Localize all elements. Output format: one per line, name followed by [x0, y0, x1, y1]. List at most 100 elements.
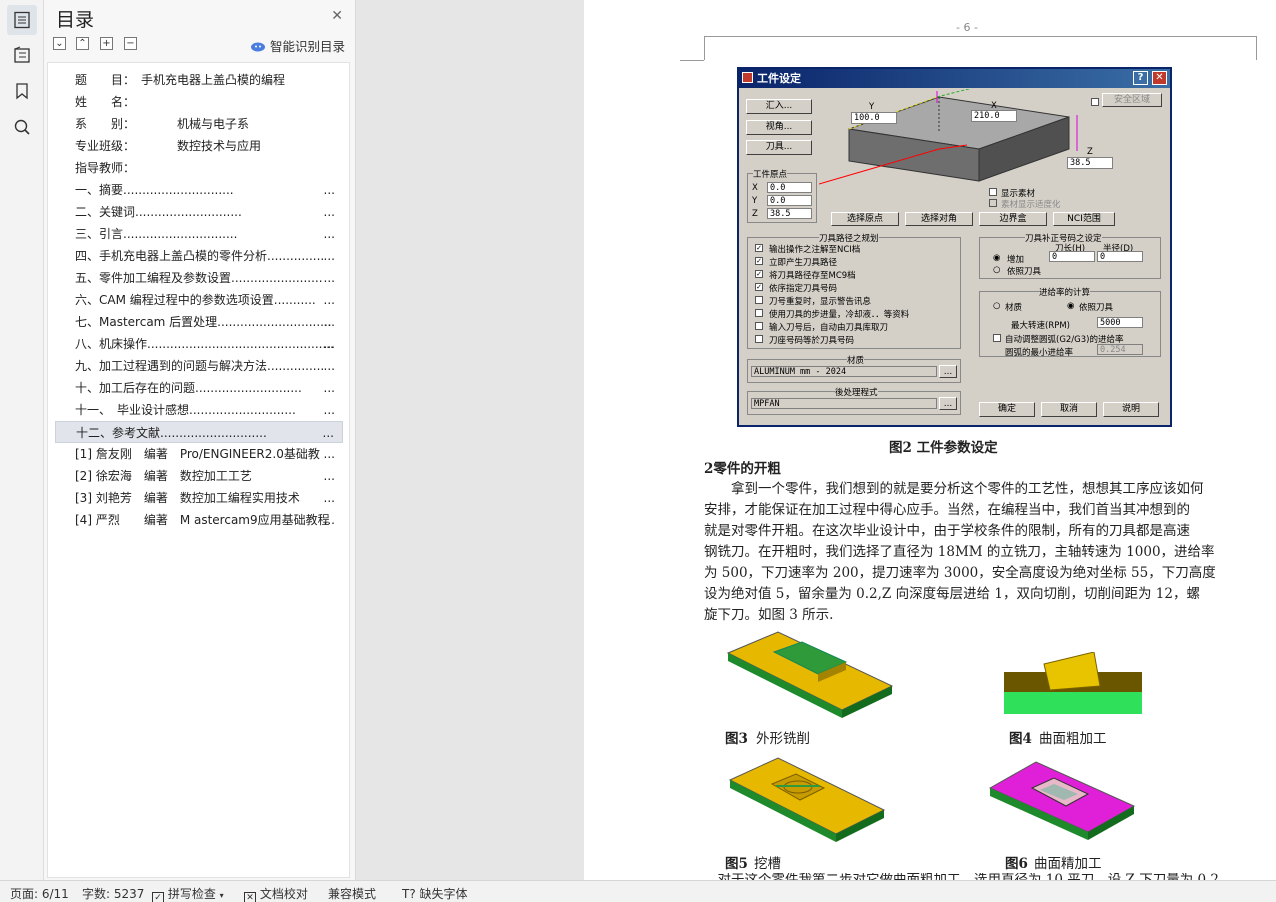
figure-3-number: 图3	[725, 731, 748, 747]
cancel-button[interactable]: 取消	[1041, 402, 1097, 417]
figure-6-number: 图6	[1005, 856, 1028, 872]
toc-item[interactable]: 六、CAM 编程过程中的参数选项设置..............	[55, 289, 343, 311]
origin-y-input[interactable]: 0.0	[767, 195, 812, 206]
toc-item[interactable]: 指导教师：	[55, 157, 343, 179]
path-option-checkbox[interactable]	[755, 322, 763, 330]
search-icon[interactable]	[7, 112, 37, 142]
collapse-all-icon[interactable]: ⌄	[53, 37, 66, 50]
bookmark-icon[interactable]	[7, 76, 37, 106]
section-heading: 2零件的开粗	[704, 461, 781, 477]
toc-item[interactable]: 系 别： 机械与电子系	[55, 113, 343, 135]
toc-item[interactable]: 一、摘要................................	[55, 179, 343, 201]
toc-item[interactable]: [4] 严烈 编著 M astercam9应用基础教程...	[55, 509, 343, 531]
missing-font-button[interactable]: T? 缺失字体	[402, 885, 468, 902]
nci-range-button[interactable]: NCI范围	[1053, 212, 1115, 226]
toc-item[interactable]: 四、手机充电器上盖凸模的零件分析..................	[55, 245, 343, 267]
path-option-checkbox[interactable]: ✓	[755, 257, 763, 265]
toc-item[interactable]: [1] 詹友刚 编著 Pro/ENGINEER2.0基础教...	[55, 443, 343, 465]
select-origin-button[interactable]: 选择原点	[831, 212, 899, 226]
fit-display-checkbox[interactable]	[989, 199, 997, 207]
header-line	[704, 36, 1256, 37]
x-dim-input[interactable]: 210.0	[971, 110, 1017, 122]
bounding-box-button[interactable]: 边界盒	[979, 212, 1047, 226]
path-option-label: 输出操作之注解至NCI档	[769, 245, 861, 255]
comp-radius-input[interactable]: 0	[1097, 251, 1143, 262]
feed-material-label: 材质	[1005, 303, 1023, 313]
close-icon[interactable]: ✕	[1152, 71, 1167, 85]
max-rpm-input[interactable]: 5000	[1097, 317, 1143, 328]
toc-item[interactable]: 姓 名：	[55, 91, 343, 113]
remove-heading-icon[interactable]: −	[124, 37, 137, 50]
min-arc-input[interactable]: 0.254	[1097, 344, 1143, 355]
toc-panel-icon[interactable]	[7, 5, 37, 35]
help-icon[interactable]: ?	[1133, 71, 1148, 85]
figure-3-caption: 外形铣削	[756, 731, 810, 747]
close-icon[interactable]: ✕	[331, 8, 343, 24]
path-option-label: 立即产生刀具路径	[769, 258, 838, 268]
spell-check-button[interactable]: ✓ 拼写检查 ▾	[152, 885, 224, 902]
safe-zone-button[interactable]: 安全区域	[1102, 93, 1162, 107]
margin-mark	[680, 60, 704, 61]
left-icon-rail	[0, 0, 44, 880]
help-button[interactable]: 说明	[1103, 402, 1159, 417]
comp-by-tool-label: 依照刀具	[1007, 267, 1042, 277]
toc-item[interactable]: 十、加工后存在的问题..............................…	[55, 377, 343, 399]
path-option-checkbox[interactable]	[755, 309, 763, 317]
word-count[interactable]: 字数: 5237	[82, 885, 144, 902]
expand-up-icon[interactable]: ⌃	[76, 37, 89, 50]
path-option-checkbox[interactable]: ✓	[755, 270, 763, 278]
figure-5-image	[728, 757, 886, 842]
tool-button[interactable]: 刀具...	[746, 140, 812, 155]
toc-item[interactable]: 题 目： 手机充电器上盖凸模的编程	[55, 69, 343, 91]
path-option-checkbox[interactable]: ✓	[755, 283, 763, 291]
origin-z-input[interactable]: 38.5	[767, 208, 812, 219]
z-dim-input[interactable]: 38.5	[1067, 157, 1113, 169]
import-button[interactable]: 汇入...	[746, 99, 812, 114]
toc-item[interactable]: [3] 刘艳芳 编著 数控加工编程实用技术...	[55, 487, 343, 509]
add-heading-icon[interactable]: +	[100, 37, 113, 50]
path-option-label: 将刀具路径存至MC9档	[769, 271, 856, 281]
comp-by-tool-radio[interactable]: ○	[993, 265, 1000, 275]
toc-item[interactable]: [2] 徐宏海 编著 数控加工工艺...	[55, 465, 343, 487]
path-option-checkbox[interactable]	[755, 296, 763, 304]
path-option-label: 刀号重复时，显示警告讯息	[769, 297, 872, 307]
view-button[interactable]: 视角...	[746, 120, 812, 135]
path-option-checkbox[interactable]: ✓	[755, 244, 763, 252]
navigation-icon[interactable]	[7, 40, 37, 70]
feed-tool-radio[interactable]: ◉	[1067, 301, 1074, 311]
toc-item[interactable]: 十一、 毕业设计感想..............................…	[55, 399, 343, 421]
missing-font-icon: T?	[402, 887, 416, 901]
fit-display-label: 素材显示适度化	[1001, 200, 1061, 210]
smart-toc-button[interactable]: 智能识别目录	[250, 36, 345, 55]
toc-item[interactable]: 三、引言.................................	[55, 223, 343, 245]
comp-add-radio[interactable]: ◉	[993, 253, 1000, 263]
safe-zone-checkbox[interactable]	[1091, 98, 1099, 106]
y-dim-label: Y	[869, 102, 875, 112]
select-corner-button[interactable]: 选择对角	[905, 212, 973, 226]
figure-5-caption: 挖槽	[754, 856, 781, 872]
feed-material-radio[interactable]: ○	[993, 301, 1000, 311]
ok-button[interactable]: 确定	[979, 402, 1035, 417]
show-material-checkbox[interactable]	[989, 188, 997, 196]
toc-item[interactable]: 二、关键词...............................	[55, 201, 343, 223]
toc-item[interactable]: 七、Mastercam 后置处理........................…	[55, 311, 343, 333]
comp-length-input[interactable]: 0	[1049, 251, 1095, 262]
document-area[interactable]: - 6 - 工件设定 ? ✕ 汇入... 视角... 刀具... 安全区域 Y …	[357, 0, 1276, 880]
path-option-checkbox[interactable]	[755, 335, 763, 343]
dialog-titlebar: 工件设定 ? ✕	[739, 69, 1170, 88]
toc-item[interactable]: 九、加工过程遇到的问题与解决方法..................	[55, 355, 343, 377]
origin-x-input[interactable]: 0.0	[767, 182, 812, 193]
auto-arc-checkbox[interactable]	[993, 334, 1001, 342]
toc-item[interactable]: 八、机床操作..................................…	[55, 333, 343, 355]
material-browse-button[interactable]: ...	[939, 365, 957, 378]
toc-title: 目录	[56, 9, 95, 31]
post-browse-button[interactable]: ...	[939, 397, 957, 410]
toc-item-selected[interactable]: 十二、参考文献...............................	[55, 421, 343, 443]
compat-mode[interactable]: 兼容模式	[328, 885, 376, 902]
proofread-button[interactable]: ✕ 文档校对	[244, 885, 308, 902]
document-page[interactable]: - 6 - 工件设定 ? ✕ 汇入... 视角... 刀具... 安全区域 Y …	[584, 0, 1276, 880]
toc-item[interactable]: 专业班级： 数控技术与应用	[55, 135, 343, 157]
page-counter[interactable]: 页面: 6/11	[10, 885, 69, 902]
y-dim-input[interactable]: 100.0	[851, 112, 897, 124]
toc-item[interactable]: 五、零件加工编程及参数设置...........................	[55, 267, 343, 289]
